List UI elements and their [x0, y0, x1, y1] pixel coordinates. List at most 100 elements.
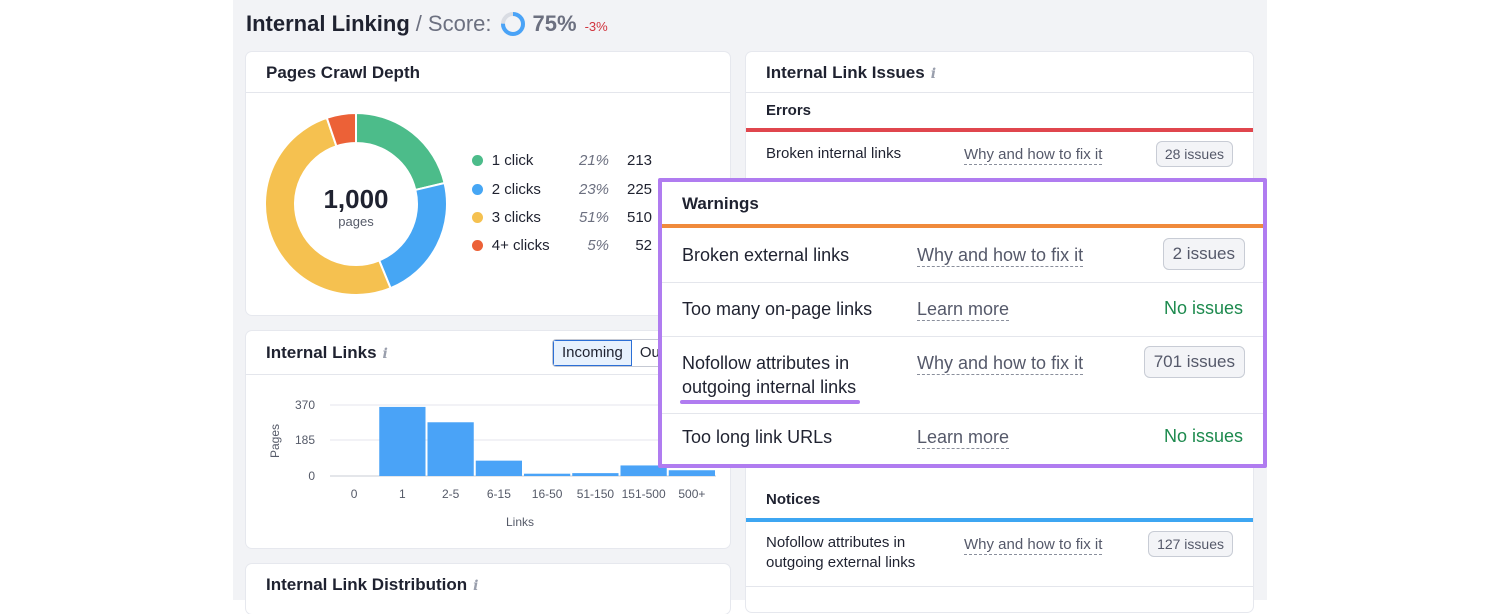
legend-row-2-clicks[interactable]: 2 clicks 23% 225: [472, 178, 652, 200]
score-delta: -3%: [584, 18, 608, 34]
warning-text: Too many on-page links: [682, 299, 873, 319]
warning-row-broken-external: Broken external links Why and how to fix…: [662, 228, 1263, 281]
warnings-label: Warnings: [682, 194, 759, 213]
bar-16-50[interactable]: [524, 473, 571, 476]
warning-text-line: outgoing internal links: [682, 377, 857, 397]
internal-links-title-text: Internal Links: [266, 343, 377, 362]
issues-badge[interactable]: 28 issues: [1155, 141, 1233, 167]
legend-dot: [472, 154, 483, 166]
legend-dot: [472, 211, 483, 223]
score-ring-icon: [500, 12, 525, 36]
y-tick-label: 185: [295, 433, 315, 447]
page-header: Internal Linking / Score: 75% -3%: [246, 8, 608, 40]
notices-bar: [746, 518, 1253, 522]
info-icon[interactable]: i: [383, 346, 388, 362]
learn-more-link[interactable]: Learn more: [917, 298, 1010, 321]
crawl-depth-donut: 1,000 pages: [264, 111, 448, 296]
legend-count: 52: [635, 236, 653, 254]
legend-dot: [472, 239, 483, 251]
toggle-incoming[interactable]: Incoming: [553, 340, 632, 366]
warning-row-too-long-urls: Too long link URLs Learn more No issues: [662, 414, 1263, 460]
page-title: Internal Linking: [246, 11, 410, 36]
x-tick-label: 0: [351, 487, 358, 501]
legend-percent: 21%: [578, 151, 610, 169]
y-tick-label: 0: [308, 469, 315, 483]
y-tick-label: 370: [295, 398, 315, 412]
donut-total-label: pages: [338, 214, 374, 229]
score-label: Score:: [427, 11, 492, 36]
bar-1[interactable]: [379, 406, 426, 476]
fix-link[interactable]: Why and how to fix it: [917, 352, 1084, 375]
legend-row-1-click[interactable]: 1 click 21% 213: [472, 149, 652, 171]
crawl-depth-title: Pages Crawl Depth: [266, 63, 420, 82]
no-issues-status: No issues: [1163, 298, 1243, 318]
errors-bar: [746, 128, 1253, 132]
legend-label: 4+ clicks: [491, 236, 550, 254]
x-tick-label: 2-5: [442, 487, 460, 501]
x-axis-label: Links: [506, 515, 534, 529]
bar-51-150[interactable]: [572, 473, 619, 476]
title-separator: /: [415, 11, 422, 36]
issue-nofollow-external: Nofollow attributes in outgoing external…: [766, 533, 915, 573]
legend-row-3-clicks[interactable]: 3 clicks 51% 510: [472, 206, 652, 228]
card-divider: [746, 92, 1253, 93]
legend-count: 510: [626, 208, 653, 226]
legend-count: 213: [626, 151, 653, 169]
legend-dot: [472, 183, 483, 195]
issues-badge[interactable]: 2 issues: [1162, 238, 1245, 270]
warning-text: Nofollow attributes in outgoing internal…: [682, 351, 856, 399]
x-tick-label: 500+: [678, 487, 705, 501]
donut-slice-2-clicks[interactable]: [377, 181, 448, 290]
link-issues-title: Internal Link Issues i: [766, 63, 936, 83]
issue-text-line: Nofollow attributes in: [766, 534, 906, 551]
fix-link[interactable]: Why and how to fix it: [917, 244, 1084, 267]
x-tick-label: 151-500: [622, 487, 666, 501]
link-distribution-card: Internal Link Distribution i: [246, 564, 730, 614]
bar-2-5[interactable]: [427, 422, 474, 476]
legend-row-4plus-clicks[interactable]: 4+ clicks 5% 52: [472, 234, 652, 256]
notices-label: Notices: [766, 491, 821, 508]
legend-percent: 5%: [587, 236, 610, 254]
score-value: 75%: [532, 11, 577, 36]
fix-link[interactable]: Why and how to fix it: [964, 146, 1103, 165]
legend-label: 3 clicks: [491, 208, 541, 226]
info-icon[interactable]: i: [473, 578, 478, 594]
fix-link[interactable]: Why and how to fix it: [964, 536, 1103, 555]
issue-text-line: outgoing external links: [766, 554, 916, 571]
bar-6-15[interactable]: [475, 460, 522, 476]
warning-text-line: Nofollow attributes in: [682, 353, 850, 373]
warning-row-nofollow-internal: Nofollow attributes in outgoing internal…: [662, 337, 1263, 413]
issue-broken-internal-links: Broken internal links: [766, 145, 902, 162]
donut-slice-1-click[interactable]: [355, 111, 446, 192]
card-divider: [246, 92, 730, 93]
errors-label: Errors: [766, 102, 812, 119]
bar-500+[interactable]: [668, 470, 715, 476]
warning-text: Too long link URLs: [682, 427, 833, 447]
issues-badge[interactable]: 701 issues: [1143, 346, 1245, 378]
x-tick-label: 51-150: [577, 487, 615, 501]
highlight-underline: [680, 400, 860, 404]
internal-links-title: Internal Links i: [266, 343, 388, 363]
x-tick-label: 16-50: [532, 487, 563, 501]
legend-label: 1 click: [491, 151, 534, 169]
link-distribution-title: Internal Link Distribution i: [266, 575, 479, 595]
legend-percent: 51%: [578, 208, 610, 226]
learn-more-link[interactable]: Learn more: [917, 426, 1010, 449]
link-distribution-title-text: Internal Link Distribution: [266, 575, 468, 594]
y-axis-label: Pages: [268, 424, 282, 458]
x-tick-label: 1: [399, 487, 406, 501]
legend-percent: 23%: [578, 180, 610, 198]
link-issues-title-text: Internal Link Issues: [766, 63, 925, 82]
warning-row-too-many-links: Too many on-page links Learn more No iss…: [662, 283, 1263, 336]
legend-label: 2 clicks: [491, 180, 541, 198]
incoming-outgoing-toggle: Incoming Ou: [552, 339, 669, 367]
info-icon[interactable]: i: [931, 66, 936, 82]
legend-count: 225: [626, 180, 653, 198]
x-tick-label: 6-15: [487, 487, 511, 501]
issues-badge[interactable]: 127 issues: [1148, 531, 1233, 557]
warnings-highlight-panel: Warnings Broken external links Why and h…: [658, 178, 1267, 468]
no-issues-status: No issues: [1163, 426, 1243, 446]
donut-total: 1,000: [323, 184, 388, 214]
warning-text: Broken external links: [682, 245, 850, 265]
card-divider: [746, 586, 1253, 587]
